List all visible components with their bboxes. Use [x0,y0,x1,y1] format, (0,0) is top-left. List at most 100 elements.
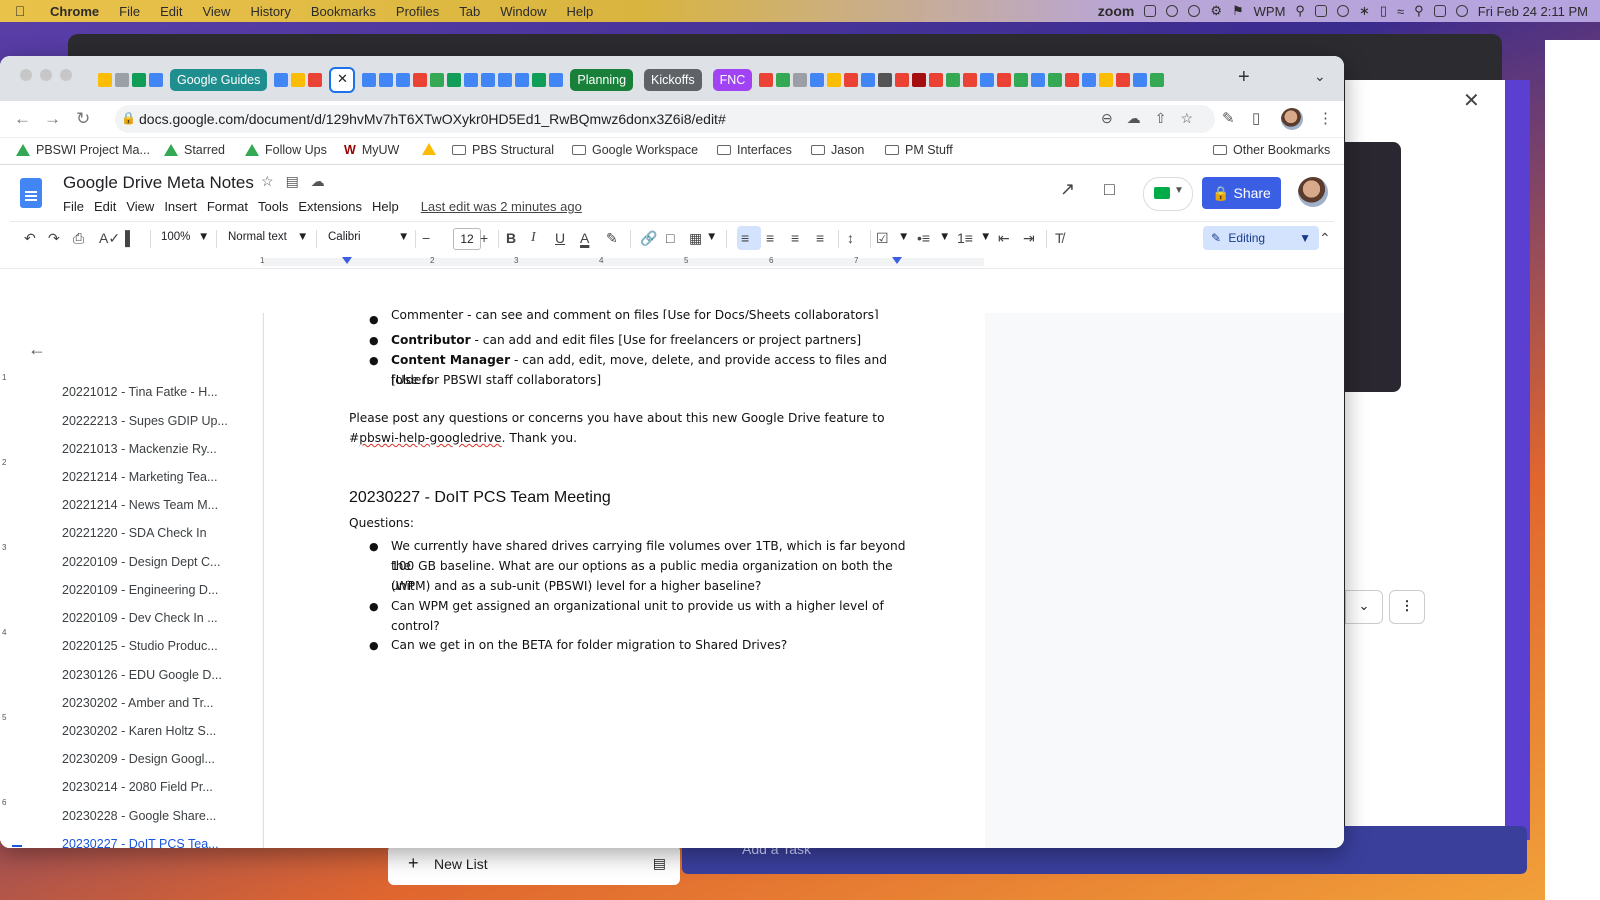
chevron-down-icon[interactable]: ▼ [706,231,717,243]
font-select[interactable]: Calibri [328,231,361,243]
activity-dashboard-icon[interactable]: ↗ [1060,179,1075,200]
tab-docs-2[interactable] [274,73,289,87]
tab-search-chevron-icon[interactable]: ⌄ [1314,68,1326,85]
outline-item[interactable]: 20221012 - Tina Fatke - H... [62,385,218,399]
tab-misc-16[interactable] [1065,73,1080,87]
zoom-window-button[interactable] [60,69,72,81]
align-right-icon[interactable]: ≡ [791,230,799,246]
tab-youtube[interactable] [308,73,323,87]
menu-profiles[interactable]: Profiles [386,4,449,19]
tab-misc-20[interactable] [1133,73,1148,87]
siri-icon[interactable] [1455,5,1468,17]
text-color-icon[interactable]: A [580,230,589,246]
tab-misc-10[interactable] [963,73,978,87]
url-text[interactable]: docs.google.com/document/d/129hvMv7hT6XT… [139,111,726,127]
tab-misc-12[interactable] [997,73,1012,87]
tab-misc-17[interactable] [1082,73,1097,87]
tab-docs-9[interactable] [515,73,530,87]
menu-help[interactable]: Help [557,4,604,19]
outline-item[interactable]: 20230126 - EDU Google D... [62,668,222,682]
hide-menus-chevron-up-icon[interactable]: ⌃ [1319,230,1331,247]
document-page[interactable]: ● Commenter - can see and comment on fil… [263,308,986,848]
outline-item[interactable]: 20220125 - Studio Produc... [62,639,218,653]
outline-item-active[interactable]: 20230227 - DoIT PCS Tea... [62,837,219,848]
tab-misc-8[interactable] [929,73,944,87]
tab-misc-9[interactable] [946,73,961,87]
reload-icon[interactable]: ↻ [76,109,90,129]
editing-mode-select[interactable]: ✎ Editing ▼ [1203,226,1319,250]
underline-icon[interactable]: U [555,230,565,246]
outline-item[interactable]: 20220109 - Design Dept C... [62,555,220,569]
status-icon-c[interactable] [1314,5,1327,17]
tab-misc-1[interactable] [793,73,808,87]
tab-slides[interactable] [291,73,306,87]
last-edit-link[interactable]: Last edit was 2 minutes ago [421,199,582,214]
minimize-window-button[interactable] [40,69,52,81]
docs-menu-help[interactable]: Help [372,199,399,214]
outline-item[interactable]: 20220109 - Dev Check In ... [62,611,218,625]
chevron-down-icon[interactable]: ▼ [297,231,308,243]
bullet-commenter[interactable]: Commenter - can see and comment on files… [391,305,911,319]
decrease-font-size-button[interactable]: − [422,230,430,246]
chevron-down-icon[interactable]: ⌄ [1345,590,1383,624]
globe-icon[interactable] [1166,5,1179,17]
clear-formatting-icon[interactable]: T̸ [1055,230,1064,246]
tab-group-fnc[interactable]: FNC [712,69,753,91]
docs-menu-file[interactable]: File [63,199,84,214]
profile-avatar[interactable] [1281,108,1303,130]
key-icon[interactable]: ⚲ [1295,3,1305,19]
outline-item[interactable]: 20221013 - Mackenzie Ry... [62,442,217,456]
menu-history[interactable]: History [240,4,300,19]
menu-file[interactable]: File [109,4,150,19]
drive-icon[interactable]: ☁ [1127,110,1141,127]
flag-icon[interactable]: ⚑ [1232,3,1244,19]
left-indent-marker[interactable] [342,257,352,264]
tab-maps[interactable] [776,73,791,87]
post-paragraph-line1[interactable]: Please post any questions or concerns yo… [349,411,885,425]
comment-history-icon[interactable]: □ [1104,179,1115,200]
outline-item[interactable]: 20221220 - SDA Check In [62,526,207,540]
question-3[interactable]: Can we get in on the BETA for folder mig… [391,635,911,655]
search-icon[interactable]: ⚲ [1414,3,1424,19]
menu-bookmarks[interactable]: Bookmarks [301,4,386,19]
extensions-icon[interactable]: ✎ [1222,109,1235,127]
tab-docs[interactable] [149,73,163,87]
control-center-icon[interactable] [1433,5,1446,17]
insert-link-icon[interactable]: 🔗 [640,230,657,247]
chevron-down-icon[interactable]: ▼ [939,231,950,243]
new-tab-button[interactable]: + [1238,66,1250,89]
question-1-line3[interactable]: (WPM) and as a sub-unit (PBSWI) level fo… [391,576,911,596]
docs-logo-icon[interactable] [20,178,42,208]
tab-analytics[interactable] [115,73,129,87]
section-heading[interactable]: 20230227 - DoIT PCS Team Meeting [349,489,611,507]
add-comment-icon[interactable]: □ [666,230,674,246]
new-list-button[interactable]: + New List ▤ [388,845,680,885]
gear-icon[interactable]: ⚙ [1210,3,1222,19]
bookmark-pm-stuff[interactable]: PM Stuff [885,143,953,157]
bookmark-drive[interactable] [422,143,436,155]
docs-menu-insert[interactable]: Insert [164,199,197,214]
tab-docs-8[interactable] [498,73,513,87]
outline-item[interactable]: 20230209 - Design Googl... [62,752,215,766]
tab-misc-2[interactable] [827,73,842,87]
italic-icon[interactable]: I [531,230,536,246]
tab-misc-14[interactable] [1031,73,1046,87]
insert-image-icon[interactable]: ▦ [689,230,702,247]
outline-item[interactable]: 20230228 - Google Share... [62,809,216,823]
clock[interactable]: Fri Feb 24 2:11 PM [1478,4,1588,19]
tab-misc-19[interactable] [1116,73,1131,87]
outline-item[interactable]: 20230214 - 2080 Field Pr... [62,780,213,794]
bookmark-interfaces[interactable]: Interfaces [717,143,792,157]
outline-item[interactable]: 20230202 - Karen Holtz S... [62,724,216,738]
bookmark-other[interactable]: Other Bookmarks [1213,143,1330,157]
justify-icon[interactable]: ≡ [816,230,824,246]
tab-sheets-2[interactable] [447,73,462,87]
tab-misc-21[interactable] [1150,73,1165,87]
tab-misc-5[interactable] [878,73,893,87]
tab-docs-4[interactable] [379,73,394,87]
close-icon[interactable]: ✕ [1463,88,1480,113]
tab-misc-3[interactable] [844,73,859,87]
tab-docs-11[interactable] [810,73,825,87]
tab-group-google-guides[interactable]: Google Guides [170,69,268,91]
undo-icon[interactable]: ↶ [24,230,36,247]
